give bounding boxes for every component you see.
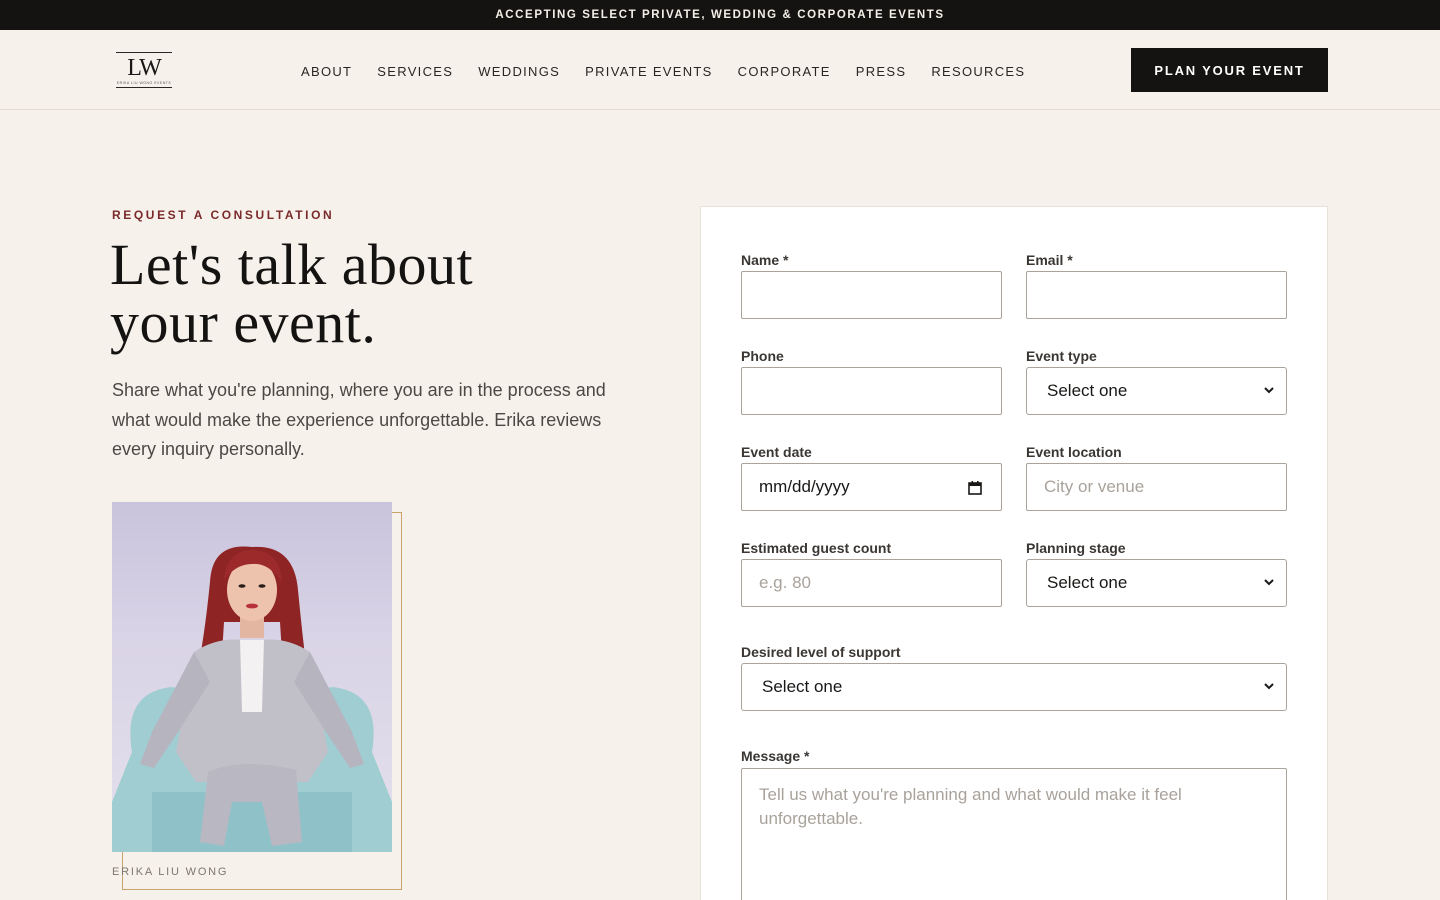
announcement-bar: ACCEPTING SELECT PRIVATE, WEDDING & CORP… [0, 0, 1440, 30]
name-input[interactable] [741, 271, 1002, 319]
chevron-down-icon [1264, 579, 1274, 586]
nav-item-resources[interactable]: RESOURCES [931, 64, 1025, 79]
main-nav: ABOUT SERVICES WEDDINGS PRIVATE EVENTS C… [301, 64, 1025, 79]
nav-item-private-events[interactable]: PRIVATE EVENTS [585, 64, 713, 79]
email-input[interactable] [1026, 271, 1287, 319]
portrait-illustration [112, 546, 392, 852]
planning-stage-select[interactable]: Select one [1026, 559, 1287, 607]
nav-item-weddings[interactable]: WEDDINGS [478, 64, 560, 79]
event-date-value: mm/dd/yyyy [759, 477, 850, 496]
chevron-down-icon [1264, 683, 1274, 690]
nav-item-corporate[interactable]: CORPORATE [738, 64, 831, 79]
phone-label: Phone [741, 348, 784, 364]
announcement-text: ACCEPTING SELECT PRIVATE, WEDDING & CORP… [495, 9, 945, 21]
nav-item-services[interactable]: SERVICES [377, 64, 453, 79]
message-textarea[interactable]: Tell us what you're planning and what wo… [741, 768, 1287, 900]
event-type-select[interactable]: Select one [1026, 367, 1287, 415]
event-location-input[interactable]: City or venue [1026, 463, 1287, 511]
support-level-label: Desired level of support [741, 644, 901, 660]
planning-stage-value: Select one [1047, 573, 1128, 592]
logo-tagline: ERIKA LIU WONG EVENTS [116, 80, 172, 85]
support-level-select[interactable]: Select one [741, 663, 1287, 711]
phone-input[interactable] [741, 367, 1002, 415]
nav-item-about[interactable]: ABOUT [301, 64, 352, 79]
event-date-input[interactable]: mm/dd/yyyy [741, 463, 1002, 511]
calendar-icon[interactable] [967, 480, 983, 496]
photo-caption: ERIKA LIU WONG [112, 866, 229, 878]
logo-monogram: LW [127, 54, 162, 81]
email-label: Email * [1026, 252, 1073, 268]
event-type-label: Event type [1026, 348, 1097, 364]
page-title: Let's talk about your event. [110, 236, 670, 352]
page-title-line-2: your event. [110, 290, 377, 355]
portrait-photo [112, 502, 392, 852]
logo[interactable]: LW ERIKA LIU WONG EVENTS [116, 52, 172, 88]
event-type-value: Select one [1047, 381, 1128, 400]
site-header: LW ERIKA LIU WONG EVENTS ABOUT SERVICES … [0, 30, 1440, 110]
support-level-value: Select one [762, 677, 843, 696]
event-location-label: Event location [1026, 444, 1122, 460]
guest-count-label: Estimated guest count [741, 540, 892, 556]
consultation-form-card: Name * Email * Phone Event type Select o… [700, 206, 1328, 900]
planning-stage-label: Planning stage [1026, 540, 1126, 556]
name-label: Name * [741, 252, 789, 268]
plan-your-event-button[interactable]: PLAN YOUR EVENT [1131, 48, 1328, 92]
chevron-down-icon [1264, 387, 1274, 394]
guest-count-input[interactable]: e.g. 80 [741, 559, 1002, 607]
nav-item-press[interactable]: PRESS [856, 64, 907, 79]
event-date-label: Event date [741, 444, 812, 460]
page-title-line-1: Let's talk about [110, 232, 474, 297]
section-eyebrow: REQUEST A CONSULTATION [112, 208, 335, 222]
message-label: Message * [741, 748, 810, 764]
intro-text: Share what you're planning, where you ar… [112, 380, 606, 459]
